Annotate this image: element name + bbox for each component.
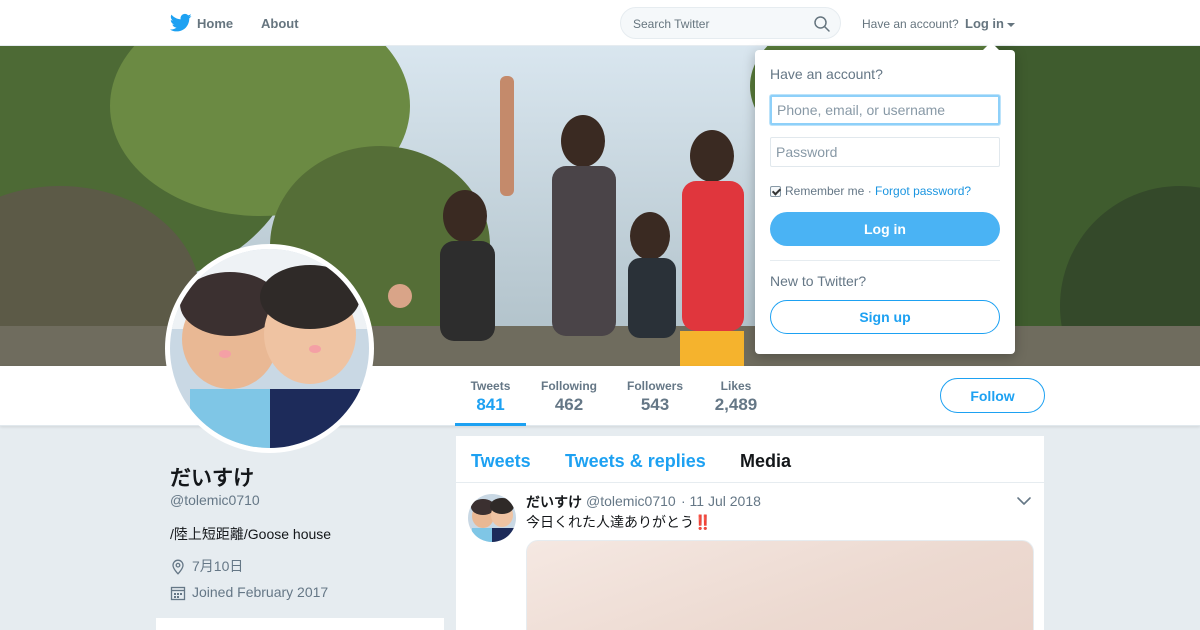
tab-tweets-replies[interactable]: Tweets & replies (565, 451, 706, 472)
sidebar-card (156, 618, 444, 630)
have-account-text: Have an account? (862, 17, 959, 31)
stat-value: 2,489 (714, 395, 758, 414)
profile-joined: Joined February 2017 (170, 584, 328, 601)
location-pin-icon (172, 559, 184, 576)
password-input[interactable] (770, 137, 1000, 167)
stat-value: 543 (640, 395, 670, 414)
remember-me-checkbox[interactable] (770, 186, 781, 198)
profile-location: 7月10日 (170, 556, 243, 576)
caret-down-icon (1007, 22, 1015, 27)
stat-followers[interactable]: Followers 543 (620, 366, 690, 426)
login-dropdown-toggle[interactable]: Log in (965, 16, 1015, 31)
search-box (620, 7, 841, 39)
nav-about-link[interactable]: About (261, 16, 299, 31)
tweet-author-name[interactable]: だいすけ (526, 492, 582, 512)
signup-button[interactable]: Sign up (770, 300, 1000, 334)
tweet-media-image[interactable] (526, 540, 1034, 630)
follow-button[interactable]: Follow (940, 378, 1045, 413)
twitter-bird-icon[interactable] (170, 13, 192, 33)
tweet-text: 今日くれた人達ありがとう‼️ (526, 512, 711, 532)
login-button[interactable]: Log in (770, 212, 1000, 246)
joined-text: Joined February 2017 (192, 584, 329, 600)
search-icon[interactable] (813, 15, 831, 33)
stat-label: Following (541, 379, 597, 393)
tweet-emoji: ‼️ (694, 514, 712, 530)
stat-value: 841 (476, 395, 505, 414)
tab-media[interactable]: Media (740, 451, 791, 472)
profile-bio: /陸上短距離/Goose house (170, 526, 332, 542)
stat-label: Followers (626, 379, 683, 393)
tweet-avatar[interactable] (468, 494, 516, 542)
stat-following[interactable]: Following 462 (532, 366, 606, 426)
search-input[interactable] (633, 15, 803, 33)
top-navigation: Home About Have an account? Log in (0, 0, 1200, 46)
forgot-password-link[interactable]: Forgot password? (875, 184, 971, 198)
tab-tweets[interactable]: Tweets (471, 451, 531, 472)
new-to-twitter-text: New to Twitter? (770, 273, 867, 289)
nav-home-link[interactable]: Home (197, 16, 233, 31)
calendar-icon (170, 587, 186, 601)
profile-name: だいすけ (170, 467, 254, 490)
stat-label: Likes (720, 379, 752, 393)
tweet-text-body: 今日くれた人達ありがとう (526, 514, 694, 530)
login-dropdown: Have an account? Remember me · Forgot pa… (755, 42, 1015, 354)
profile-avatar[interactable] (165, 244, 374, 453)
divider (770, 260, 1000, 261)
dropdown-title: Have an account? (770, 66, 883, 82)
stat-likes[interactable]: Likes 2,489 (705, 366, 767, 426)
stat-label: Tweets (470, 379, 511, 393)
profile-handle: @tolemic0710 (170, 492, 260, 508)
tweet-timestamp[interactable]: · 11 Jul 2018 (681, 493, 761, 509)
username-input[interactable] (770, 95, 1000, 125)
chevron-down-icon[interactable] (1016, 495, 1032, 507)
remember-me-label[interactable]: Remember me (785, 184, 864, 198)
separator-dot: · (867, 184, 872, 198)
login-toggle-label: Log in (965, 16, 1004, 31)
location-text: 7月10日 (192, 558, 244, 574)
stat-value: 462 (554, 395, 584, 414)
remember-row: Remember me · Forgot password? (770, 184, 971, 198)
timeline-tabs: Tweets Tweets & replies Media (456, 436, 1044, 483)
timeline: Tweets Tweets & replies Media だいすけ @tole… (456, 436, 1044, 630)
tweet-author-handle[interactable]: @tolemic0710 (586, 493, 676, 509)
stat-tweets[interactable]: Tweets 841 (455, 366, 526, 426)
